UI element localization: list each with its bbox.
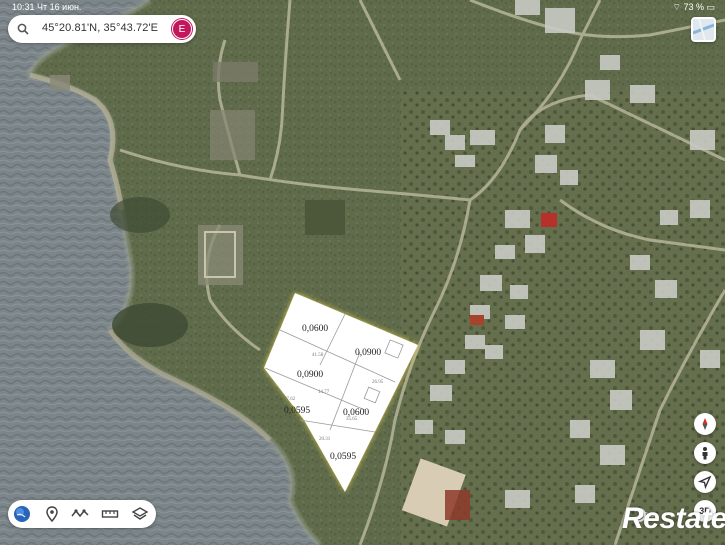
- status-date: Чт 16 июн.: [37, 2, 82, 12]
- status-bar: 10:31 Чт 16 июн. ⌔ 73 % ▭: [0, 0, 725, 14]
- svg-text:26.95: 26.95: [372, 380, 384, 385]
- search-bar[interactable]: 45°20.81'N, 35°43.72'E E: [8, 15, 196, 43]
- brand-watermark: Restate: [622, 502, 725, 535]
- compass-button[interactable]: [694, 413, 716, 435]
- satellite-map[interactable]: 41.5826.95 14.7735.65 17.6220.31 0,0600 …: [0, 0, 725, 545]
- plot-label: 0,0600: [343, 408, 369, 418]
- ruler-icon[interactable]: [101, 505, 119, 523]
- pegman-icon: [702, 447, 708, 460]
- layers-icon[interactable]: [131, 505, 149, 523]
- battery-indicator: ⌔ 73 % ▭: [672, 2, 715, 13]
- wifi-icon: ⌔: [672, 2, 681, 12]
- compass-icon: [702, 418, 708, 430]
- search-icon: [17, 23, 29, 35]
- svg-text:41.58: 41.58: [312, 353, 324, 358]
- plot-label: 0,0600: [302, 324, 328, 334]
- battery-level: 73 %: [683, 2, 704, 12]
- battery-icon: ▭: [706, 2, 715, 12]
- bottom-toolbar: [8, 500, 156, 528]
- map-type-thumbnail[interactable]: [691, 17, 716, 42]
- place-pin-icon[interactable]: [43, 505, 61, 523]
- svg-text:17.62: 17.62: [284, 397, 296, 402]
- street-view-button[interactable]: [694, 442, 716, 464]
- route-icon[interactable]: [71, 505, 89, 523]
- plot-label: 0,0900: [355, 348, 381, 358]
- svg-text:20.31: 20.31: [319, 437, 331, 442]
- plot-label: 0,0595: [330, 452, 356, 462]
- coordinates-text: 45°20.81'N, 35°43.72'E: [42, 22, 159, 34]
- account-avatar[interactable]: E: [172, 19, 192, 39]
- plot-label: 0,0900: [297, 370, 323, 380]
- status-time: 10:31: [12, 2, 35, 12]
- my-location-button[interactable]: [694, 471, 716, 493]
- map-style-icon: [693, 19, 714, 40]
- globe-icon[interactable]: [13, 505, 31, 523]
- plot-label: 0,0595: [284, 406, 310, 416]
- svg-text:14.77: 14.77: [318, 390, 330, 395]
- navigation-arrow-icon: [698, 475, 712, 489]
